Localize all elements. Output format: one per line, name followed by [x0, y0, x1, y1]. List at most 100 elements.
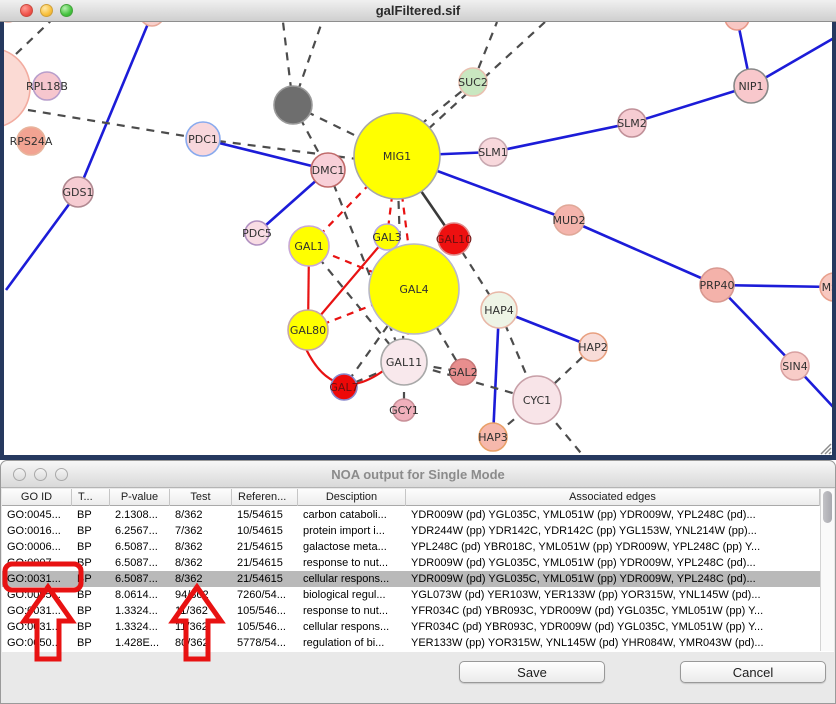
cell-go_id: GO:0031... — [2, 603, 72, 619]
cell-test: 7/362 — [170, 523, 232, 539]
network-edge[interactable] — [632, 86, 751, 123]
cell-p_value: 6.5087... — [110, 555, 170, 571]
cell-go_id: GO:0065... — [2, 587, 72, 603]
cell-description: cellular respons... — [298, 619, 406, 635]
network-canvas[interactable]: RPL18BRPS24AGDS1PDC1DMC1MIG1SUC2SLM1SLM2… — [0, 22, 836, 460]
node-unlabeled[interactable] — [140, 22, 164, 26]
cancel-button[interactable]: Cancel — [680, 661, 826, 683]
cell-type: BP — [72, 603, 110, 619]
cell-p_value: 1.3324... — [110, 619, 170, 635]
network-edge[interactable] — [493, 123, 632, 152]
node-unlabeled[interactable] — [725, 22, 749, 30]
node-label: SIN4 — [782, 360, 807, 373]
table-row-selected[interactable]: GO:0031...BP6.5087...8/36221/54615cellul… — [2, 571, 820, 587]
node-label: NIP1 — [738, 80, 763, 93]
scrollbar-thumb[interactable] — [823, 491, 832, 523]
table-row[interactable]: GO:0045...BP2.1308...8/36215/54615carbon… — [2, 507, 820, 523]
cell-type: BP — [72, 523, 110, 539]
table-row[interactable]: GO:0016...BP6.2567...7/36210/54615protei… — [2, 523, 820, 539]
node-label: RPS24A — [10, 135, 53, 148]
column-header-go_id[interactable]: GO ID — [2, 489, 72, 506]
canvas-border-right — [832, 22, 836, 460]
node-label: GAL10 — [436, 233, 472, 246]
network-edge[interactable] — [16, 22, 60, 54]
column-header-type[interactable]: T... — [72, 489, 110, 506]
node-label: GAL80 — [290, 324, 326, 337]
cell-type: BP — [72, 555, 110, 571]
network-edge[interactable] — [28, 110, 203, 139]
cell-description: cellular respons... — [298, 571, 406, 587]
cell-description: response to nut... — [298, 603, 406, 619]
node-label: PDC5 — [242, 227, 272, 240]
cell-description: protein import i... — [298, 523, 406, 539]
node-label: GAL11 — [386, 356, 422, 369]
node-unlabeled[interactable] — [274, 86, 312, 124]
network-edge[interactable] — [203, 139, 328, 170]
cell-reference: 21/54615 — [232, 571, 298, 587]
cell-reference: 7260/54... — [232, 587, 298, 603]
column-header-p_value[interactable]: P-value — [110, 489, 170, 506]
cell-go_id: GO:0031... — [2, 619, 72, 635]
node-label: GDS1 — [63, 186, 94, 199]
table-header-row: GO IDT...P-valueTestReferen...Desciption… — [2, 489, 820, 506]
column-header-reference[interactable]: Referen... — [232, 489, 298, 506]
cell-type: BP — [72, 635, 110, 651]
cell-type: BP — [72, 539, 110, 555]
cell-description: biological regul... — [298, 587, 406, 603]
node-label: PDC1 — [188, 133, 218, 146]
table-row[interactable]: GO:0006...BP6.5087...8/36221/54615galact… — [2, 539, 820, 555]
cell-test: 11/362 — [170, 603, 232, 619]
cell-edges: YDR009W (pd) YGL035C, YML051W (pp) YDR00… — [406, 571, 820, 587]
cell-edges: YFR034C (pd) YBR093C, YDR009W (pd) YGL03… — [406, 603, 820, 619]
table-scrollbar[interactable] — [820, 489, 834, 651]
canvas-border-left — [0, 22, 4, 460]
node-label: HAP4 — [484, 304, 513, 317]
cell-type: BP — [72, 587, 110, 603]
table-row[interactable]: GO:0031...BP1.3324...11/362105/546...cel… — [2, 619, 820, 635]
cell-description: carbon cataboli... — [298, 507, 406, 523]
cell-p_value: 8.0614... — [110, 587, 170, 603]
cell-type: BP — [72, 507, 110, 523]
main-window-titlebar[interactable]: galFiltered.sif — [0, 0, 836, 22]
node-label: GAL1 — [294, 240, 323, 253]
cell-description: response to nut... — [298, 555, 406, 571]
network-edge[interactable] — [203, 139, 365, 160]
table-row[interactable]: GO:0065...BP8.0614...94/3627260/54...bio… — [2, 587, 820, 603]
table-body: GO:0045...BP2.1308...8/36215/54615carbon… — [2, 507, 820, 651]
resize-grip-icon[interactable] — [817, 440, 833, 456]
screen: galFiltered.sif RPL18BRPS24AGDS1PDC1DMC1… — [0, 0, 836, 704]
table-row[interactable]: GO:0050...BP1.428E...80/3625778/54...reg… — [2, 635, 820, 651]
cell-go_id: GO:0045... — [2, 507, 72, 523]
node-label: GAL4 — [399, 283, 428, 296]
cell-p_value: 1.428E... — [110, 635, 170, 651]
network-edge[interactable] — [493, 310, 499, 437]
cell-test: 11/362 — [170, 619, 232, 635]
noa-window-titlebar[interactable]: NOA output for Single Mode — [1, 461, 835, 488]
cell-p_value: 6.5087... — [110, 571, 170, 587]
table-row[interactable]: GO:0031...BP1.3324...11/362105/546...res… — [2, 603, 820, 619]
cell-edges: YER133W (pp) YOR315W, YNL145W (pd) YHR08… — [406, 635, 820, 651]
node-label: GCY1 — [389, 404, 419, 417]
cell-go_id: GO:0007... — [2, 555, 72, 571]
cell-description: galactose meta... — [298, 539, 406, 555]
cell-test: 80/362 — [170, 635, 232, 651]
network-edge[interactable] — [6, 192, 78, 290]
cell-test: 8/362 — [170, 555, 232, 571]
column-header-edges[interactable]: Associated edges — [406, 489, 820, 506]
table-row[interactable]: GO:0007...BP6.5087...8/36221/54615respon… — [2, 555, 820, 571]
cell-p_value: 1.3324... — [110, 603, 170, 619]
network-edge[interactable] — [569, 220, 717, 285]
network-edge[interactable] — [78, 22, 152, 192]
cell-reference: 15/54615 — [232, 507, 298, 523]
cell-edges: YDR009W (pd) YGL035C, YML051W (pp) YDR00… — [406, 555, 820, 571]
noa-table: GO IDT...P-valueTestReferen...Desciption… — [2, 489, 834, 652]
network-svg: RPL18BRPS24AGDS1PDC1DMC1MIG1SUC2SLM1SLM2… — [0, 22, 836, 460]
node-label: MIG1 — [383, 150, 411, 163]
cell-type: BP — [72, 619, 110, 635]
column-header-test[interactable]: Test — [170, 489, 232, 506]
column-header-description[interactable]: Desciption — [298, 489, 406, 506]
save-button[interactable]: Save — [459, 661, 605, 683]
cell-reference: 10/54615 — [232, 523, 298, 539]
noa-window: NOA output for Single Mode GO IDT...P-va… — [0, 460, 836, 704]
cell-reference: 21/54615 — [232, 539, 298, 555]
